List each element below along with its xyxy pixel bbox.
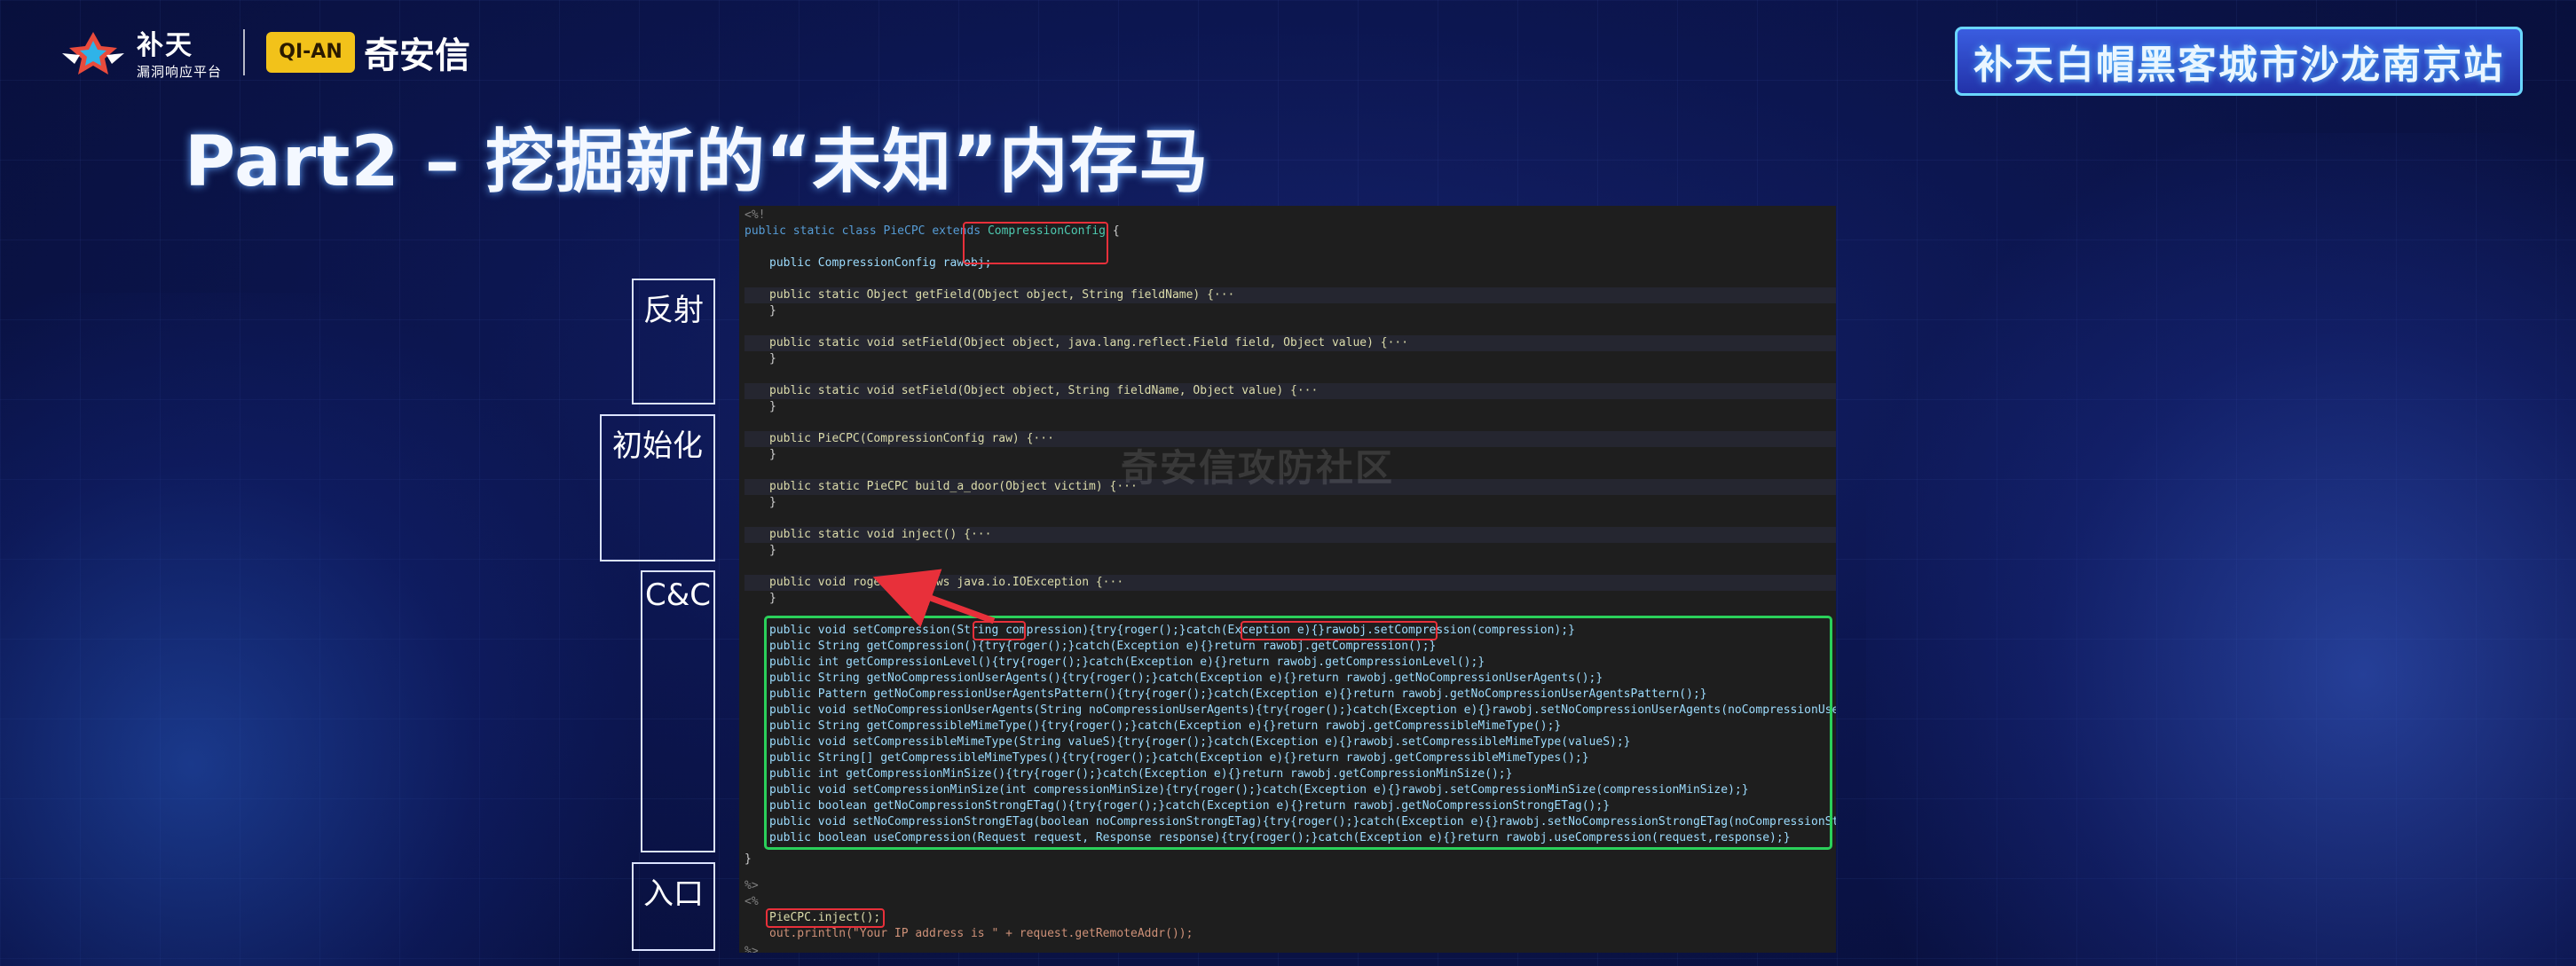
arrow-to-roger-icon — [872, 569, 996, 628]
